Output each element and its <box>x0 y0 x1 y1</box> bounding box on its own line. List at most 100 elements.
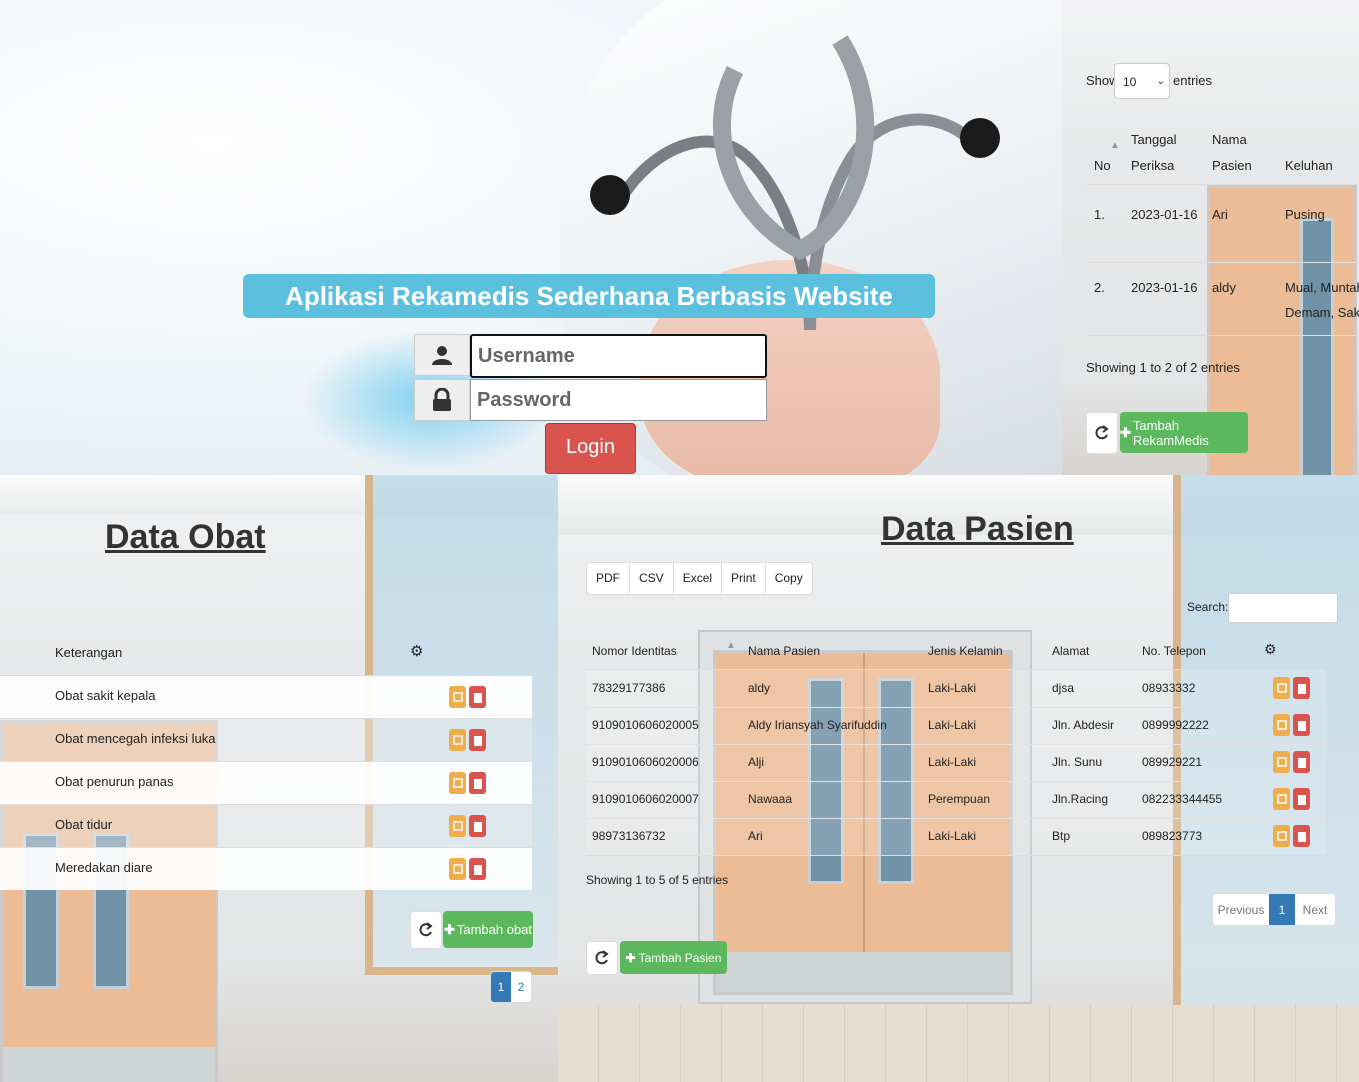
row-keterangan: Obat mencegah infeksi luka <box>55 731 216 746</box>
row-actions <box>1273 751 1310 773</box>
col-no-telepon[interactable]: No. Telepon <box>1142 644 1206 658</box>
col-keluhan[interactable]: Keluhan <box>1285 158 1333 173</box>
refresh-button[interactable] <box>1086 412 1118 454</box>
entries-value: 10 <box>1123 75 1137 89</box>
edit-icon[interactable] <box>1273 677 1290 699</box>
row-alamat: djsa <box>1052 681 1075 695</box>
trash-icon[interactable] <box>1293 714 1310 736</box>
app-title: Aplikasi Rekamedis Sederhana Berbasis We… <box>243 274 935 318</box>
refresh-icon <box>419 922 433 937</box>
col-nomor-identitas[interactable]: Nomor Identitas <box>592 644 677 658</box>
row-jenis: Laki-Laki <box>928 718 977 732</box>
col-alamat[interactable]: Alamat <box>1052 644 1089 658</box>
add-rekammedis-button[interactable]: ✚ Tambah RekamMedis <box>1120 412 1248 453</box>
refresh-button[interactable] <box>586 941 618 975</box>
col-jenis-kelamin[interactable]: Jenis Kelamin <box>928 644 1003 658</box>
trash-icon[interactable] <box>469 815 486 837</box>
col-no[interactable]: No <box>1094 158 1111 173</box>
row-jenis: Laki-Laki <box>928 829 977 843</box>
export-buttons: PDF CSV Excel Print Copy <box>586 562 813 595</box>
pagination: 1 2 <box>490 971 532 1003</box>
row-2-keluhan-line-1: Mual, Muntah, N <box>1285 280 1359 295</box>
row-actions <box>449 858 486 880</box>
col-nama-pasien[interactable]: Nama Pasien <box>748 644 820 658</box>
pdf-button[interactable]: PDF <box>587 563 630 594</box>
print-button[interactable]: Print <box>722 563 766 594</box>
pasien-screen: Data Pasien PDF CSV Excel Print Copy Sea… <box>558 475 1359 1082</box>
edit-icon[interactable] <box>1273 788 1290 810</box>
table-row: Obat sakit kepala <box>0 675 532 718</box>
lock-icon <box>414 379 470 421</box>
password-input[interactable] <box>470 379 767 421</box>
previous-button[interactable]: Previous <box>1213 894 1269 925</box>
add-pasien-button[interactable]: ✚ Tambah Pasien <box>620 941 727 974</box>
plus-icon: ✚ <box>1120 424 1131 440</box>
page-1-button[interactable]: 1 <box>491 972 511 1002</box>
edit-icon[interactable] <box>449 729 466 751</box>
trash-icon[interactable] <box>469 729 486 751</box>
row-actions <box>449 686 486 708</box>
username-row <box>414 334 767 378</box>
row-nomor: 9109010606020006 <box>592 755 699 769</box>
table-row: 98973136732 Ari Laki-Laki Btp 089823773 <box>586 818 1326 856</box>
table-row: Obat mencegah infeksi luka <box>0 718 532 761</box>
row-nomor: 98973136732 <box>592 829 666 843</box>
sort-icon: ▲ <box>726 640 736 651</box>
login-screen: Aplikasi Rekamedis Sederhana Berbasis We… <box>0 0 1062 475</box>
col-tanggal-2[interactable]: Periksa <box>1131 158 1174 173</box>
search-input[interactable] <box>1228 593 1338 623</box>
row-2-no: 2. <box>1094 280 1105 295</box>
copy-button[interactable]: Copy <box>766 563 812 594</box>
row-telepon: 089929221 <box>1142 755 1203 769</box>
row-nama: aldy <box>748 681 771 695</box>
trash-icon[interactable] <box>1293 677 1310 699</box>
add-obat-label: Tambah obat <box>456 922 533 937</box>
obat-screen: Data Obat Keterangan ⚙ Obat sakit kepala… <box>0 475 558 1082</box>
edit-icon[interactable] <box>449 815 466 837</box>
table-row: Meredakan diare <box>0 847 532 890</box>
login-button[interactable]: Login <box>545 423 636 474</box>
row-jenis: Perempuan <box>928 792 991 806</box>
edit-icon[interactable] <box>1273 825 1290 847</box>
row-telepon: 08933332 <box>1142 681 1196 695</box>
add-obat-button[interactable]: ✚ Tambah obat <box>443 911 533 948</box>
edit-icon[interactable] <box>1273 751 1290 773</box>
pagination: Previous 1 Next <box>1212 893 1336 926</box>
row-telepon: 082233344455 <box>1142 792 1223 806</box>
refresh-button[interactable] <box>410 911 442 949</box>
trash-icon[interactable] <box>469 858 486 880</box>
chevron-down-icon: ⌄ <box>1156 76 1165 87</box>
page-title: Data Obat <box>105 518 266 556</box>
col-tanggal-1[interactable]: Tanggal <box>1131 132 1177 147</box>
entries-select[interactable]: 10 ⌄ <box>1114 63 1170 99</box>
row-keterangan: Obat tidur <box>55 817 113 832</box>
row-nomor: 78329177386 <box>592 681 666 695</box>
trash-icon[interactable] <box>469 772 486 794</box>
row-2-nama: aldy <box>1212 280 1236 295</box>
edit-icon[interactable] <box>1273 714 1290 736</box>
sort-icon: ▲ <box>1110 140 1120 151</box>
edit-icon[interactable] <box>449 686 466 708</box>
csv-button[interactable]: CSV <box>630 563 674 594</box>
col-keterangan[interactable]: Keterangan <box>55 645 122 660</box>
page-2-button[interactable]: 2 <box>511 972 531 1002</box>
row-actions <box>1273 788 1310 810</box>
page-1-button[interactable]: 1 <box>1269 894 1295 925</box>
table-row: 9109010606020005 Aldy Iriansyah Syarifudd… <box>586 707 1326 745</box>
edit-icon[interactable] <box>449 772 466 794</box>
row-2-keluhan-line-2: Demam, Sakit p <box>1285 305 1359 320</box>
next-button[interactable]: Next <box>1295 894 1335 925</box>
trash-icon[interactable] <box>1293 751 1310 773</box>
col-nama-2[interactable]: Pasien <box>1212 158 1252 173</box>
username-input[interactable] <box>470 334 767 378</box>
trash-icon[interactable] <box>469 686 486 708</box>
search-label: Search: <box>1187 600 1229 614</box>
col-nama-1[interactable]: Nama <box>1212 132 1247 147</box>
row-jenis: Laki-Laki <box>928 681 977 695</box>
add-rekammedis-label: Tambah RekamMedis <box>1132 417 1209 448</box>
excel-button[interactable]: Excel <box>674 563 723 594</box>
row-keterangan: Obat penurun panas <box>55 774 174 789</box>
trash-icon[interactable] <box>1293 788 1310 810</box>
edit-icon[interactable] <box>449 858 466 880</box>
trash-icon[interactable] <box>1293 825 1310 847</box>
